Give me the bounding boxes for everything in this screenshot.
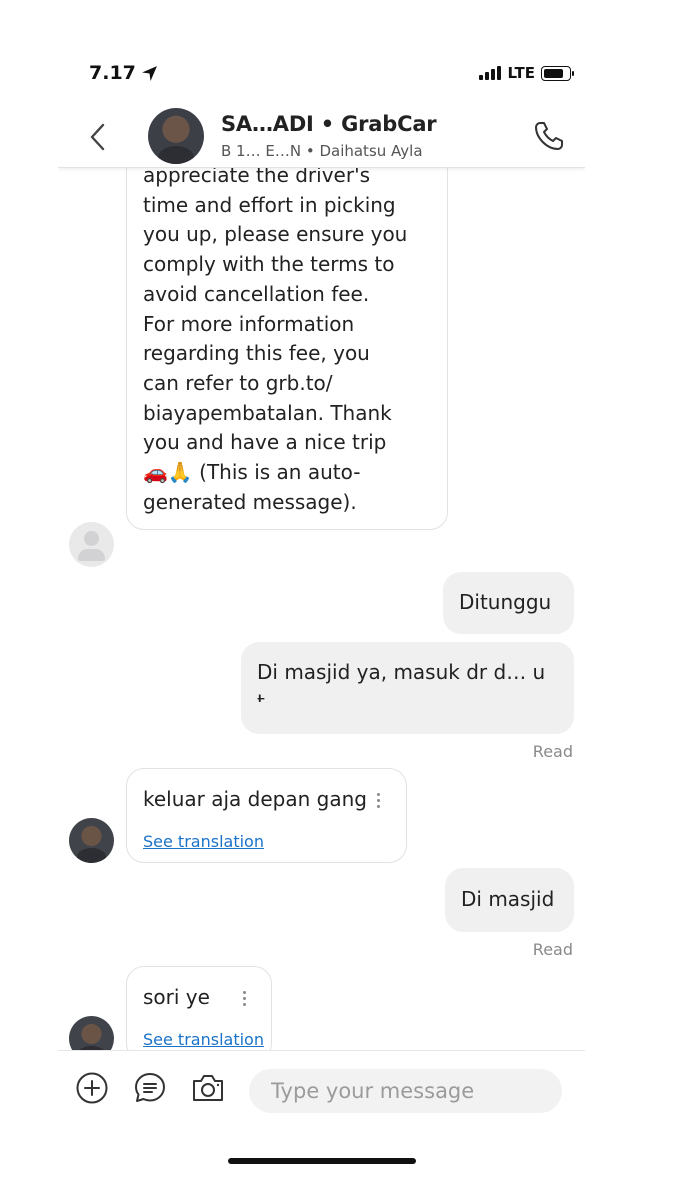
vehicle-info: B 1… E…N • Daihatsu Ayla <box>221 142 423 160</box>
auto-message-bubble: appreciate the driver's time and effort … <box>126 168 448 530</box>
message-input[interactable] <box>249 1069 562 1113</box>
message-text: Ditunggu <box>459 590 552 614</box>
status-indicators: LTE <box>479 64 574 82</box>
message-input-bar <box>58 1050 585 1130</box>
incoming-message-bubble[interactable]: sori ye See translation <box>126 966 272 1050</box>
back-icon[interactable] <box>86 120 112 154</box>
message-options-icon[interactable] <box>377 793 381 809</box>
driver-avatar-small[interactable] <box>69 1016 114 1050</box>
clock-text: 7.17 <box>89 62 136 84</box>
read-receipt: Read <box>532 940 573 959</box>
message-text: sori ye <box>143 985 210 1009</box>
message-line: avoid cancellation fee. <box>143 281 370 306</box>
call-icon[interactable] <box>533 120 565 152</box>
outgoing-message-bubble: Ditunggu <box>443 572 574 634</box>
message-line: generated message). <box>143 489 357 514</box>
message-line: regarding this fee, you <box>143 341 370 366</box>
status-bar: 7.17 LTE <box>58 36 585 106</box>
message-line: t… <box>257 689 285 702</box>
message-line: time and effort in picking <box>143 192 396 217</box>
quick-reply-icon[interactable] <box>133 1071 167 1105</box>
message-line: comply with the terms to <box>143 252 395 277</box>
message-line: appreciate the driver's <box>143 168 370 187</box>
signal-icon <box>479 66 502 80</box>
see-translation-link[interactable]: See translation <box>143 827 264 857</box>
read-receipt: Read <box>532 742 573 761</box>
message-list[interactable]: appreciate the driver's time and effort … <box>58 168 585 1050</box>
system-avatar <box>69 522 114 567</box>
message-text: Di masjid <box>461 887 555 911</box>
camera-icon[interactable] <box>191 1071 225 1105</box>
see-translation-link[interactable]: See translation <box>143 1025 264 1050</box>
message-line: can refer to grb.to/ <box>143 370 333 395</box>
battery-icon <box>541 65 574 81</box>
incoming-message-bubble[interactable]: keluar aja depan gang See translation <box>126 768 407 863</box>
message-text: keluar aja depan gang <box>143 787 367 811</box>
message-line: biayapembatalan. Thank <box>143 400 392 425</box>
driver-avatar[interactable] <box>148 108 204 164</box>
message-line: Di masjid ya, masuk dr d… u <box>257 660 546 684</box>
chat-screen: 7.17 LTE SA…ADI • GrabCar B 1… E…N • Dai… <box>58 36 585 1186</box>
message-line: you up, please ensure you <box>143 222 408 247</box>
message-options-icon[interactable] <box>243 991 247 1007</box>
home-indicator[interactable] <box>228 1158 416 1164</box>
outgoing-message-bubble: Di masjid <box>445 868 574 932</box>
chat-header: SA…ADI • GrabCar B 1… E…N • Daihatsu Ayl… <box>58 106 585 168</box>
driver-avatar-small[interactable] <box>69 818 114 863</box>
outgoing-message-bubble: Di masjid ya, masuk dr d… u t… <box>241 642 574 734</box>
message-line: you and have a nice trip <box>143 430 387 455</box>
network-label: LTE <box>507 64 535 82</box>
location-arrow-icon <box>141 65 157 81</box>
status-time: 7.17 <box>89 62 158 84</box>
message-line: For more information <box>143 311 355 336</box>
driver-name: SA…ADI • GrabCar <box>221 112 437 136</box>
add-icon[interactable] <box>75 1071 109 1105</box>
message-line: 🚗🙏 (This is an auto- <box>143 460 361 485</box>
